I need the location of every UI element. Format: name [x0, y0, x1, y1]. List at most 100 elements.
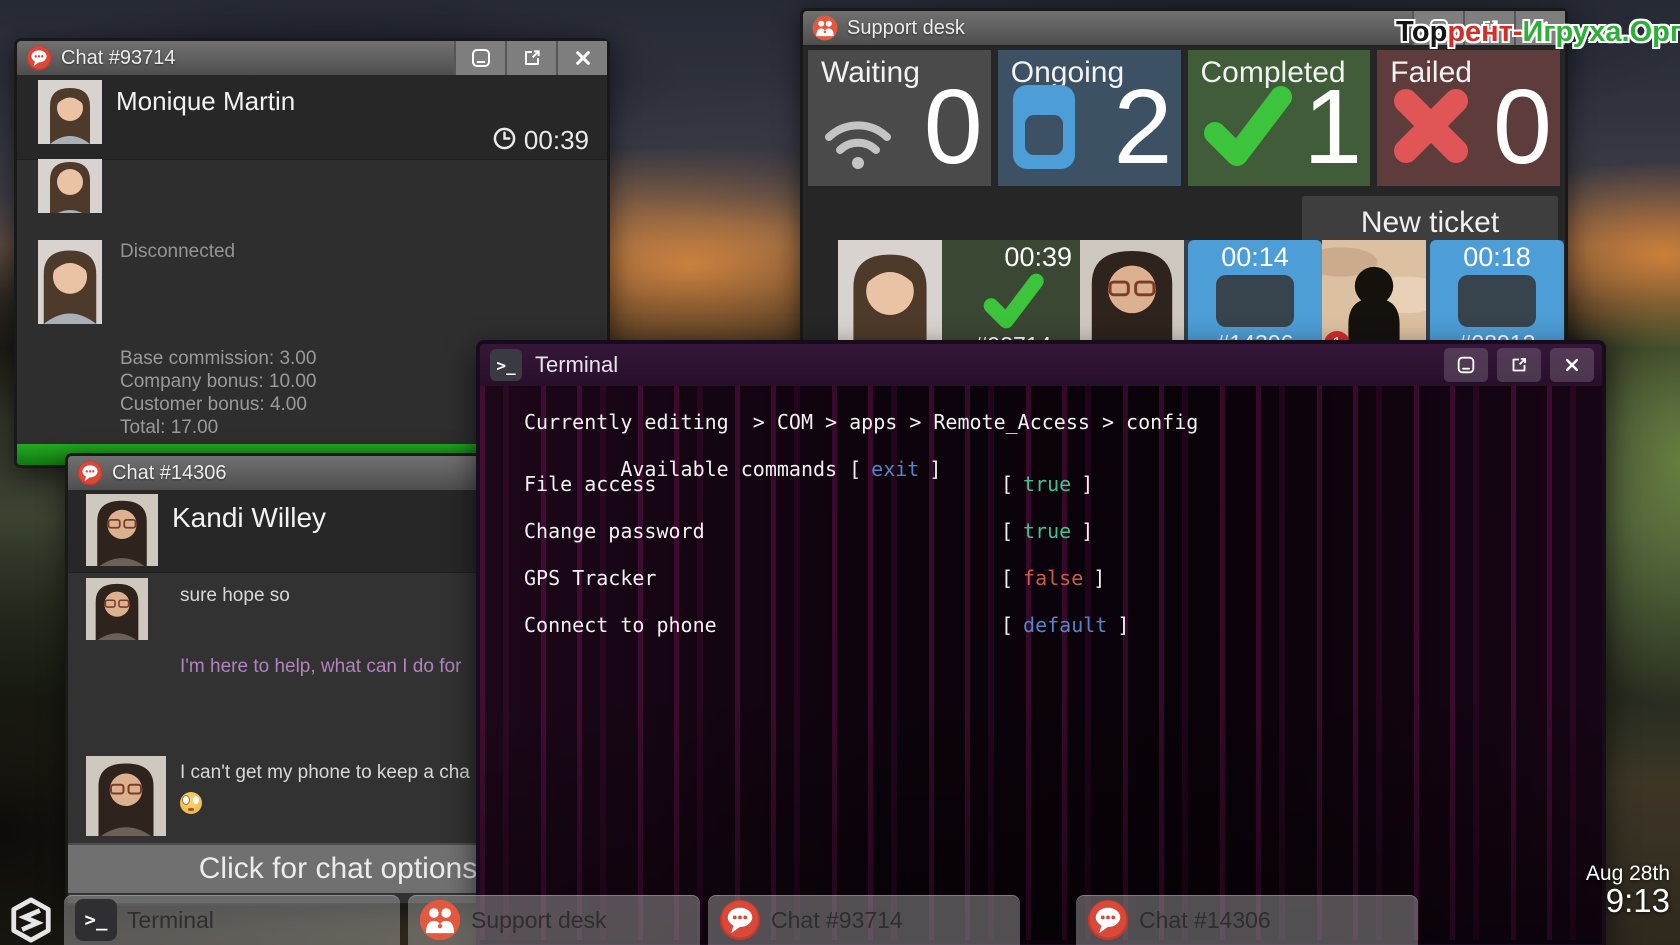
clock-icon — [493, 127, 516, 155]
summary-line: Base commission: 3.00 — [120, 348, 317, 369]
chat-message-agent: I'm here to help, what can I do for — [180, 656, 462, 677]
chat-message: I can't get my phone to keep a cha — [180, 762, 470, 783]
summary-line: Customer bonus: 4.00 — [120, 394, 307, 415]
watermark-segment: Игруха.Орг — [1522, 16, 1680, 48]
close-button[interactable] — [1550, 348, 1594, 382]
terminal-icon: >_ — [490, 349, 522, 381]
stat-waiting[interactable]: Waiting 0 — [808, 50, 991, 186]
avatar — [38, 159, 102, 213]
option-value: false — [1023, 566, 1084, 590]
support-desk-title: Support desk — [847, 16, 965, 39]
chat-14306-title: Chat #14306 — [112, 461, 227, 484]
bracket: ] — [1081, 472, 1094, 496]
taskbar-label: Chat #14306 — [1139, 906, 1271, 933]
flushed-face-emoji — [180, 792, 202, 814]
screen-icon — [1216, 275, 1294, 327]
clock-time: 9:13 — [1605, 882, 1670, 919]
chat-message: sure hope so — [180, 585, 290, 606]
minimize-button[interactable] — [454, 41, 505, 75]
terminal-option-connect-to-phone-value[interactable]: [ default] — [1001, 613, 1129, 637]
stat-label: Waiting — [821, 56, 920, 89]
taskbar-item-support-desk[interactable]: Support desk — [408, 895, 700, 945]
customer-name: Kandi Willey — [172, 502, 327, 533]
option-value: true — [1023, 472, 1072, 496]
stat-failed[interactable]: Failed 0 — [1377, 50, 1560, 186]
taskbar-item-terminal[interactable]: >_ Terminal — [64, 895, 400, 945]
watermark-segment: рент- — [1447, 16, 1523, 48]
summary-line: Company bonus: 10.00 — [120, 371, 317, 392]
stat-label: Failed — [1390, 56, 1472, 89]
summary-line: Total: 17.00 — [120, 417, 219, 438]
bracket: [ — [1001, 566, 1014, 590]
commission-summary: Base commission: 3.00 Company bonus: 10.… — [120, 347, 316, 439]
new-ticket-label: New ticket — [1360, 206, 1500, 239]
window-support-desk: Support desk Waiting 0 Ongoing 2 Complet… — [800, 8, 1568, 366]
bracket: ] — [1093, 566, 1106, 590]
avatar — [38, 80, 102, 144]
terminal-option-change-password-value[interactable]: [ true] — [1001, 519, 1093, 543]
minimize-button[interactable] — [1444, 348, 1488, 382]
taskbar-label: Terminal — [127, 906, 214, 933]
customer-name: Monique Martin — [116, 86, 296, 116]
bracket: ] — [1081, 519, 1094, 543]
avatar — [86, 578, 148, 640]
stat-value: 0 — [923, 68, 983, 186]
taskbar-item-chat-93714[interactable]: Chat #93714 — [708, 895, 1020, 945]
chat-bubble-icon — [77, 460, 103, 486]
system-clock: Aug 28th 9:13 — [1586, 862, 1670, 919]
avatar — [86, 494, 158, 566]
bracket: ] — [1117, 613, 1130, 637]
option-value: true — [1023, 519, 1072, 543]
maximize-button[interactable] — [1497, 348, 1541, 382]
terminal-titlebar[interactable]: >_ Terminal — [480, 344, 1602, 386]
terminal-option-gps-tracker-value[interactable]: [ false] — [1001, 566, 1105, 590]
ticket-stats: Waiting 0 Ongoing 2 Completed 1 Failed 0 — [808, 50, 1560, 186]
close-button[interactable] — [556, 41, 607, 75]
chat-93714-titlebar[interactable]: Chat #93714 — [17, 41, 607, 77]
terminal-title: Terminal — [535, 352, 619, 377]
taskbar-item-chat-14306[interactable]: Chat #14306 — [1076, 895, 1418, 945]
avatar — [38, 240, 102, 324]
ticket-timer: 00:18 — [1463, 242, 1531, 272]
stat-value: 0 — [1493, 68, 1552, 186]
check-icon — [980, 273, 1046, 329]
site-watermark: Торрент-Игруха.Орг — [1396, 16, 1680, 49]
ticket-timer: 00:14 — [1221, 242, 1289, 272]
terminal-breadcrumb: Currently editing > COM > apps > Remote_… — [524, 410, 1199, 434]
watermark-segment: Тор — [1396, 16, 1448, 48]
status-message: Disconnected — [120, 241, 236, 262]
bracket: [ — [1001, 472, 1014, 496]
check-icon — [1201, 85, 1293, 172]
stat-ongoing[interactable]: Ongoing 2 — [997, 50, 1181, 186]
chat-93714-title: Chat #93714 — [61, 46, 176, 69]
cross-icon — [1390, 85, 1472, 172]
window-terminal: >_ Terminal Currently editing > COM > ap… — [476, 340, 1606, 945]
screen-icon — [1458, 275, 1536, 327]
game-desktop: Chat #93714 Monique Martin 00:39 Disconn… — [0, 0, 1680, 945]
option-value: default — [1023, 613, 1108, 637]
terminal-icon: >_ — [75, 899, 117, 941]
stat-value: 2 — [1113, 68, 1173, 186]
maximize-button[interactable] — [505, 41, 556, 75]
start-logo-icon[interactable] — [8, 897, 54, 943]
timer-value: 00:39 — [523, 125, 589, 155]
taskbar-label: Support desk — [471, 906, 607, 933]
support-desk-icon — [419, 899, 461, 941]
bracket: [ — [1001, 613, 1014, 637]
chat-options-label: Click for chat options — [198, 852, 478, 885]
wifi-icon — [821, 113, 895, 176]
bracket: [ — [1001, 519, 1014, 543]
screen-icon — [1011, 83, 1077, 176]
terminal-option-file-access-value[interactable]: [ true] — [1001, 472, 1093, 496]
terminal-content[interactable]: Currently editing > COM > apps > Remote_… — [480, 386, 1602, 940]
chat-bubble-icon — [719, 899, 761, 941]
taskbar-label: Chat #93714 — [771, 906, 903, 933]
stat-value: 1 — [1303, 68, 1363, 186]
avatar — [86, 756, 166, 836]
chat-bubble-icon — [1087, 899, 1129, 941]
chat-bubble-icon — [26, 45, 52, 71]
stat-completed[interactable]: Completed 1 — [1187, 50, 1371, 186]
chat-timer: 00:39 — [493, 125, 589, 156]
support-desk-icon — [812, 15, 838, 41]
ticket-timer: 00:39 — [1004, 242, 1072, 272]
